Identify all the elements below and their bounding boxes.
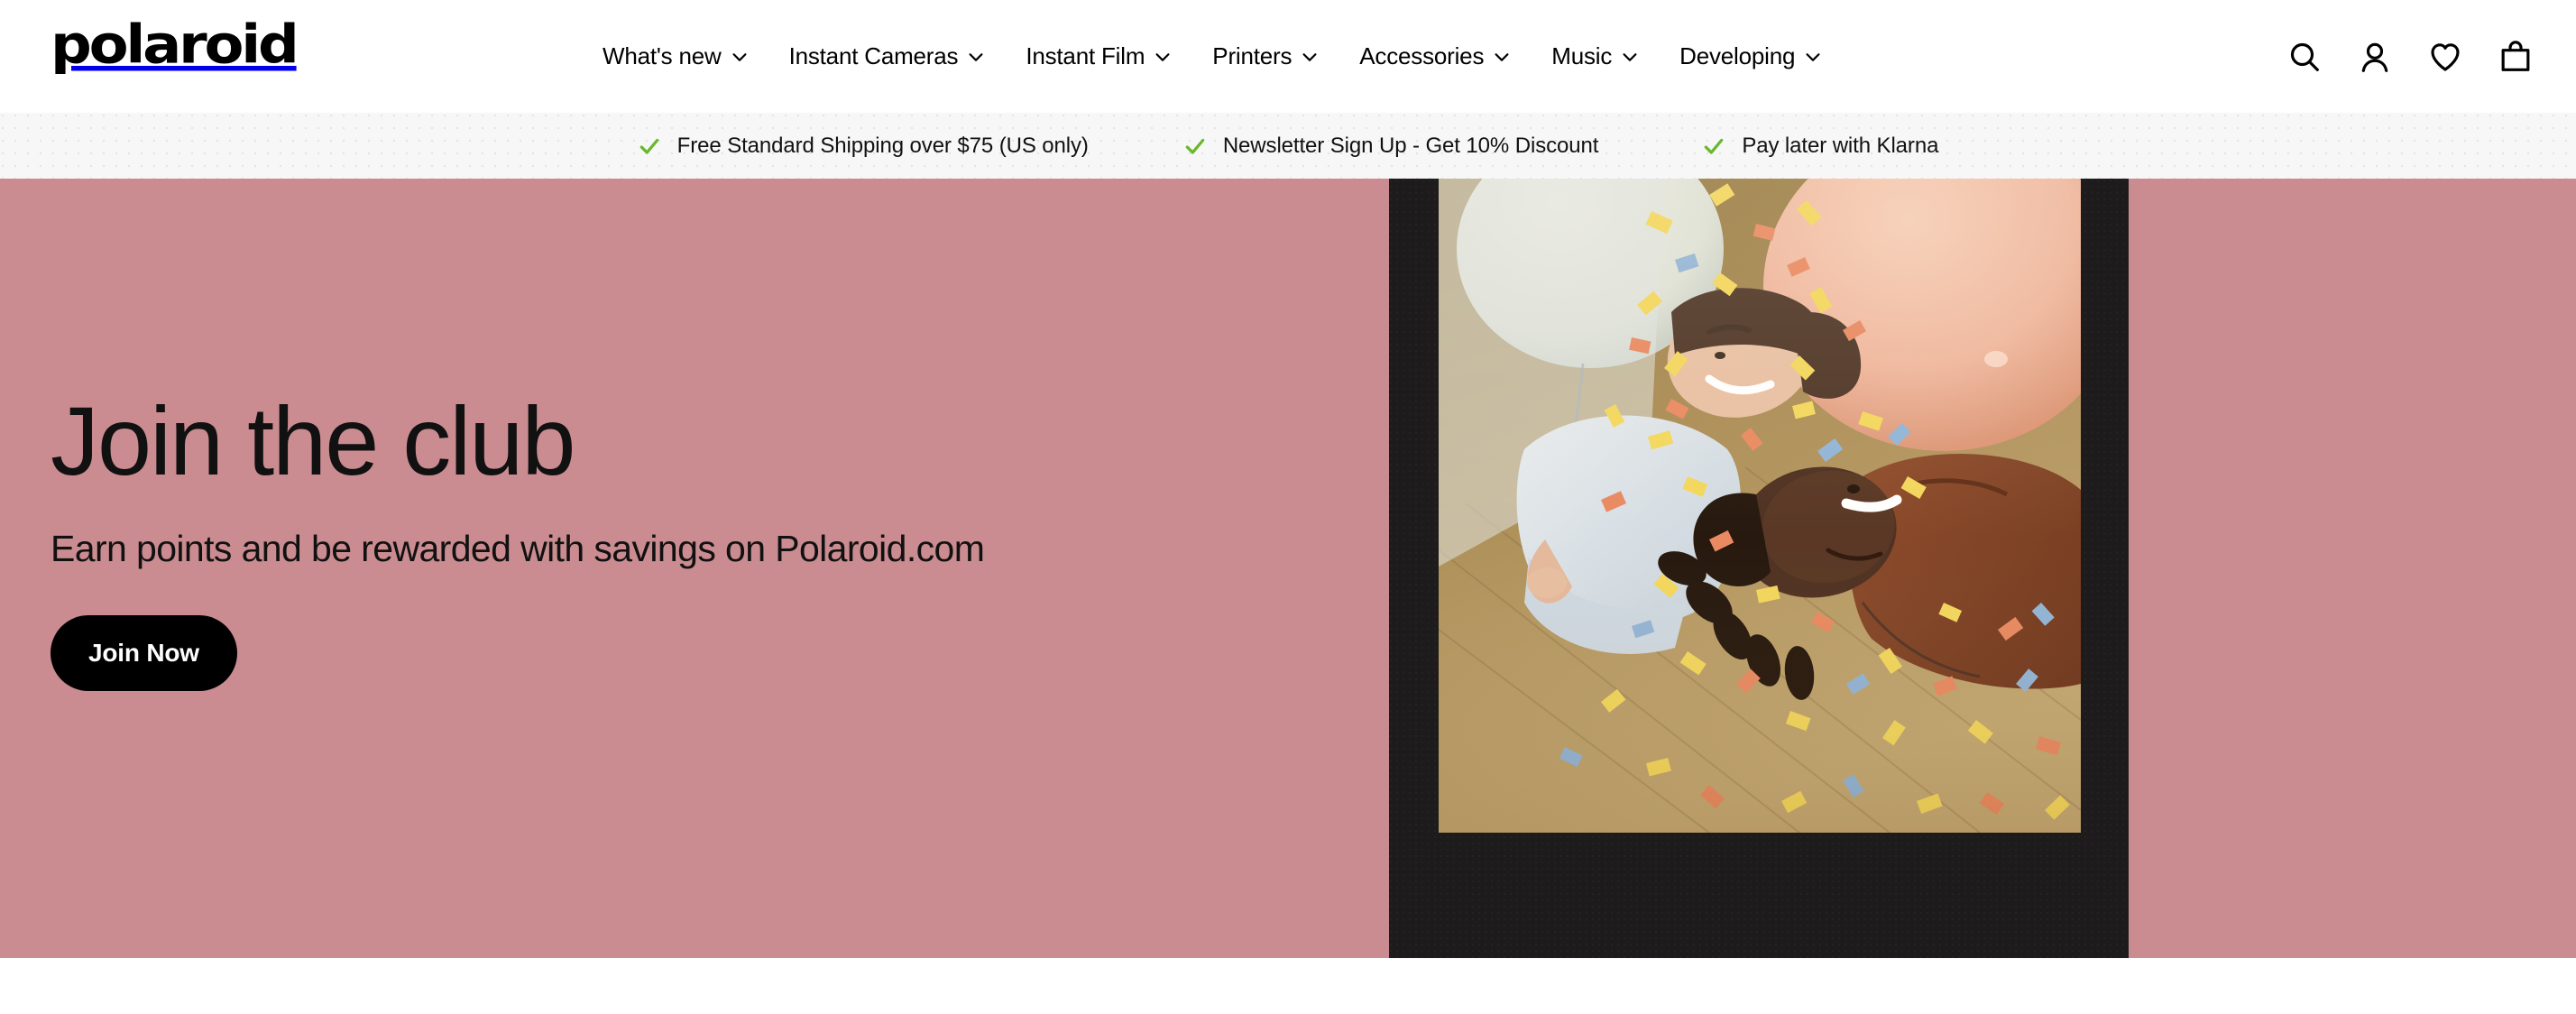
main-navigation: What's new Instant Cameras Instant Film … bbox=[603, 0, 1843, 113]
chevron-down-icon bbox=[966, 47, 986, 67]
nav-item-label: Music bbox=[1551, 42, 1613, 69]
chevron-down-icon bbox=[1492, 47, 1512, 67]
header-icon-group bbox=[2286, 0, 2535, 113]
wishlist-heart-icon[interactable] bbox=[2426, 38, 2464, 76]
chevron-down-icon bbox=[1300, 47, 1320, 67]
shopping-bag-icon[interactable] bbox=[2497, 38, 2535, 76]
nav-item-label: What's new bbox=[603, 42, 722, 69]
nav-item-label: Printers bbox=[1212, 42, 1293, 69]
chevron-down-icon bbox=[1620, 47, 1640, 67]
logo-text: polaroid bbox=[51, 14, 299, 77]
promo-text: Pay later with Klarna bbox=[1742, 133, 1939, 158]
nav-item-instant-cameras[interactable]: Instant Cameras bbox=[769, 0, 1007, 113]
promo-item-newsletter[interactable]: Newsletter Sign Up - Get 10% Discount bbox=[1183, 134, 1598, 159]
chevron-down-icon bbox=[730, 47, 750, 67]
chevron-down-icon bbox=[1803, 47, 1823, 67]
promo-item-klarna[interactable]: Pay later with Klarna bbox=[1702, 134, 1938, 159]
promo-text: Newsletter Sign Up - Get 10% Discount bbox=[1222, 133, 1599, 158]
polaroid-logo[interactable]: polaroid bbox=[51, 14, 299, 77]
hero-copy: Join the club Earn points and be rewarde… bbox=[51, 392, 1223, 691]
nav-item-printers[interactable]: Printers bbox=[1192, 0, 1339, 113]
nav-item-instant-film[interactable]: Instant Film bbox=[1006, 0, 1192, 113]
polaroid-photo bbox=[1439, 179, 2081, 833]
hero-subtitle: Earn points and be rewarded with savings… bbox=[51, 528, 985, 569]
nav-item-accessories[interactable]: Accessories bbox=[1339, 0, 1532, 113]
search-icon[interactable] bbox=[2286, 38, 2323, 76]
hero-banner: Join the club Earn points and be rewarde… bbox=[0, 179, 2576, 958]
nav-item-label: Instant Film bbox=[1026, 42, 1145, 69]
check-icon bbox=[638, 134, 661, 158]
promo-bar: Free Standard Shipping over $75 (US only… bbox=[0, 113, 2576, 179]
check-icon bbox=[1183, 134, 1207, 158]
polaroid-frame bbox=[1389, 179, 2129, 958]
join-now-button[interactable]: Join Now bbox=[51, 615, 237, 691]
nav-item-label: Developing bbox=[1679, 42, 1796, 69]
nav-item-label: Instant Cameras bbox=[788, 42, 959, 69]
nav-item-label: Accessories bbox=[1359, 42, 1485, 69]
nav-item-music[interactable]: Music bbox=[1532, 0, 1660, 113]
promo-text: Free Standard Shipping over $75 (US only… bbox=[676, 133, 1089, 158]
page-title: Join the club bbox=[51, 386, 575, 495]
hero-photo-artwork bbox=[1439, 179, 2081, 833]
promo-item-shipping[interactable]: Free Standard Shipping over $75 (US only… bbox=[638, 134, 1089, 159]
nav-item-whats-new[interactable]: What's new bbox=[603, 0, 769, 113]
site-header: polaroid What's new Instant Cameras Inst… bbox=[0, 0, 2576, 113]
nav-item-developing[interactable]: Developing bbox=[1660, 0, 1843, 113]
check-icon bbox=[1702, 134, 1725, 158]
account-icon[interactable] bbox=[2356, 38, 2394, 76]
chevron-down-icon bbox=[1153, 47, 1173, 67]
